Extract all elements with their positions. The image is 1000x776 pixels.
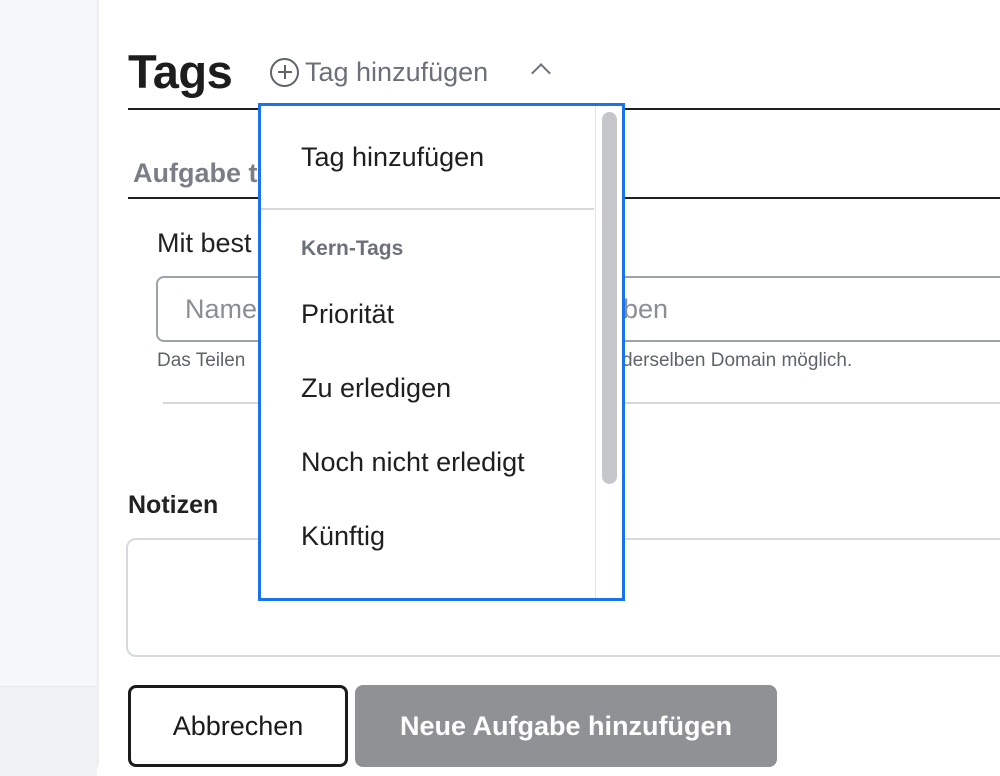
task-form-screen: Tags Tag hinzufügen Aufgabe t Mit best N… (0, 0, 1000, 776)
add-tag-toggle-label: Tag hinzufügen (305, 56, 489, 87)
plus-circle-icon (270, 57, 299, 87)
share-input-placeholder-right: ben (623, 294, 669, 324)
dropdown-item-prioritaet[interactable]: Priorität (301, 299, 394, 330)
share-section-heading: Aufgabe t (133, 158, 258, 188)
dropdown-scrollbar-thumb[interactable] (602, 112, 617, 484)
dropdown-group-label: Kern-Tags (301, 237, 404, 260)
left-sidebar (0, 0, 99, 776)
sidebar-lower-panel (0, 686, 97, 776)
add-task-button[interactable]: Neue Aufgabe hinzufügen (355, 685, 777, 767)
notes-label: Notizen (128, 491, 219, 519)
share-hint-left: Das Teilen (157, 350, 246, 371)
share-label: Mit best (157, 228, 252, 258)
share-hint-right: derselben Domain möglich. (622, 350, 853, 371)
dropdown-item-kuenftig[interactable]: Künftig (301, 521, 385, 552)
dropdown-add-tag-item[interactable]: Tag hinzufügen (301, 142, 484, 173)
dropdown-item-noch-nicht-erledigt[interactable]: Noch nicht erledigt (301, 447, 525, 478)
share-input-placeholder-left: Name (185, 294, 258, 324)
add-tag-toggle[interactable]: Tag hinzufügen (270, 55, 488, 89)
dropdown-item-zu-erledigen[interactable]: Zu erledigen (301, 373, 451, 404)
tag-dropdown: Tag hinzufügen Kern-Tags Priorität Zu er… (258, 103, 625, 601)
dropdown-divider (261, 208, 594, 210)
cancel-button[interactable]: Abbrechen (128, 685, 348, 767)
tags-title: Tags (128, 45, 233, 98)
chevron-up-icon[interactable] (531, 63, 551, 83)
